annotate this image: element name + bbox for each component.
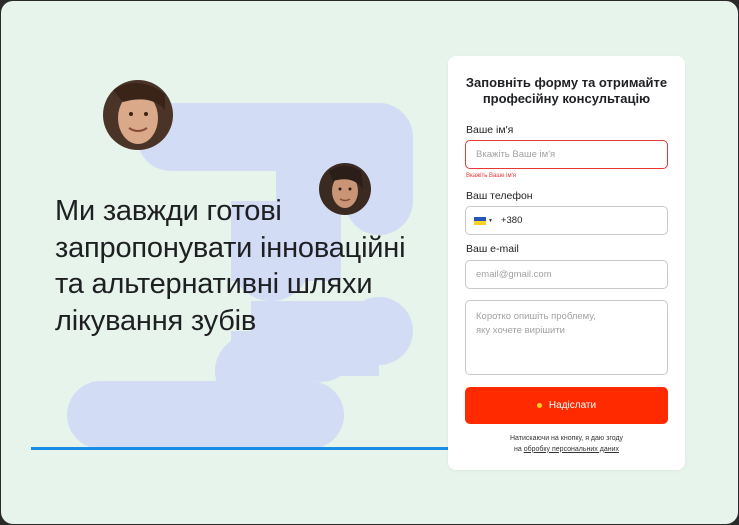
avatar-woman-smiling — [103, 80, 173, 150]
email-input[interactable] — [465, 260, 668, 289]
name-label: Ваше ім'я — [466, 124, 514, 136]
consent-prefix: на — [513, 445, 524, 453]
consultation-form: Заповніть форму та отримайте професійну … — [448, 56, 685, 470]
submit-label: Надіслати — [548, 400, 597, 411]
consent-text: Натискаючи на кнопку, я даю згоду на обр… — [458, 434, 675, 455]
name-input[interactable] — [465, 140, 668, 169]
headline-line: та альтернативні шляхи — [55, 268, 373, 300]
phone-field[interactable]: ▼ +380 — [465, 206, 668, 235]
hero-headline: Ми завжди готові запропонувати інновацій… — [55, 193, 435, 339]
page-frame: Ми завжди готові запропонувати інновацій… — [1, 1, 738, 524]
headline-line: запропонувати інноваційні — [55, 231, 406, 264]
accent-divider — [31, 447, 449, 450]
form-title: Заповніть форму та отримайте професійну … — [458, 75, 675, 107]
headline-line: Ми завжди готові — [55, 195, 282, 227]
form-title-line: Заповніть форму та отримайте — [465, 75, 668, 90]
phone-label: Ваш телефон — [466, 190, 533, 202]
dot-icon — [536, 403, 542, 408]
chevron-down-icon[interactable]: ▼ — [488, 218, 493, 224]
message-textarea[interactable] — [465, 300, 668, 375]
submit-button[interactable]: Надіслати — [465, 387, 668, 424]
headline-line: лікування зубів — [55, 304, 257, 337]
name-error-message: Вкажіть Ваше ім'я — [466, 173, 516, 179]
phone-code: +380 — [500, 215, 523, 226]
email-label: Ваш e-mail — [466, 243, 519, 255]
form-title-line: професійну консультацію — [482, 91, 651, 106]
privacy-policy-link[interactable]: обробку персональних даних — [524, 446, 619, 453]
ukraine-flag-icon[interactable] — [474, 216, 486, 225]
consent-line: Натискаючи на кнопку, я даю згоду — [509, 435, 624, 442]
